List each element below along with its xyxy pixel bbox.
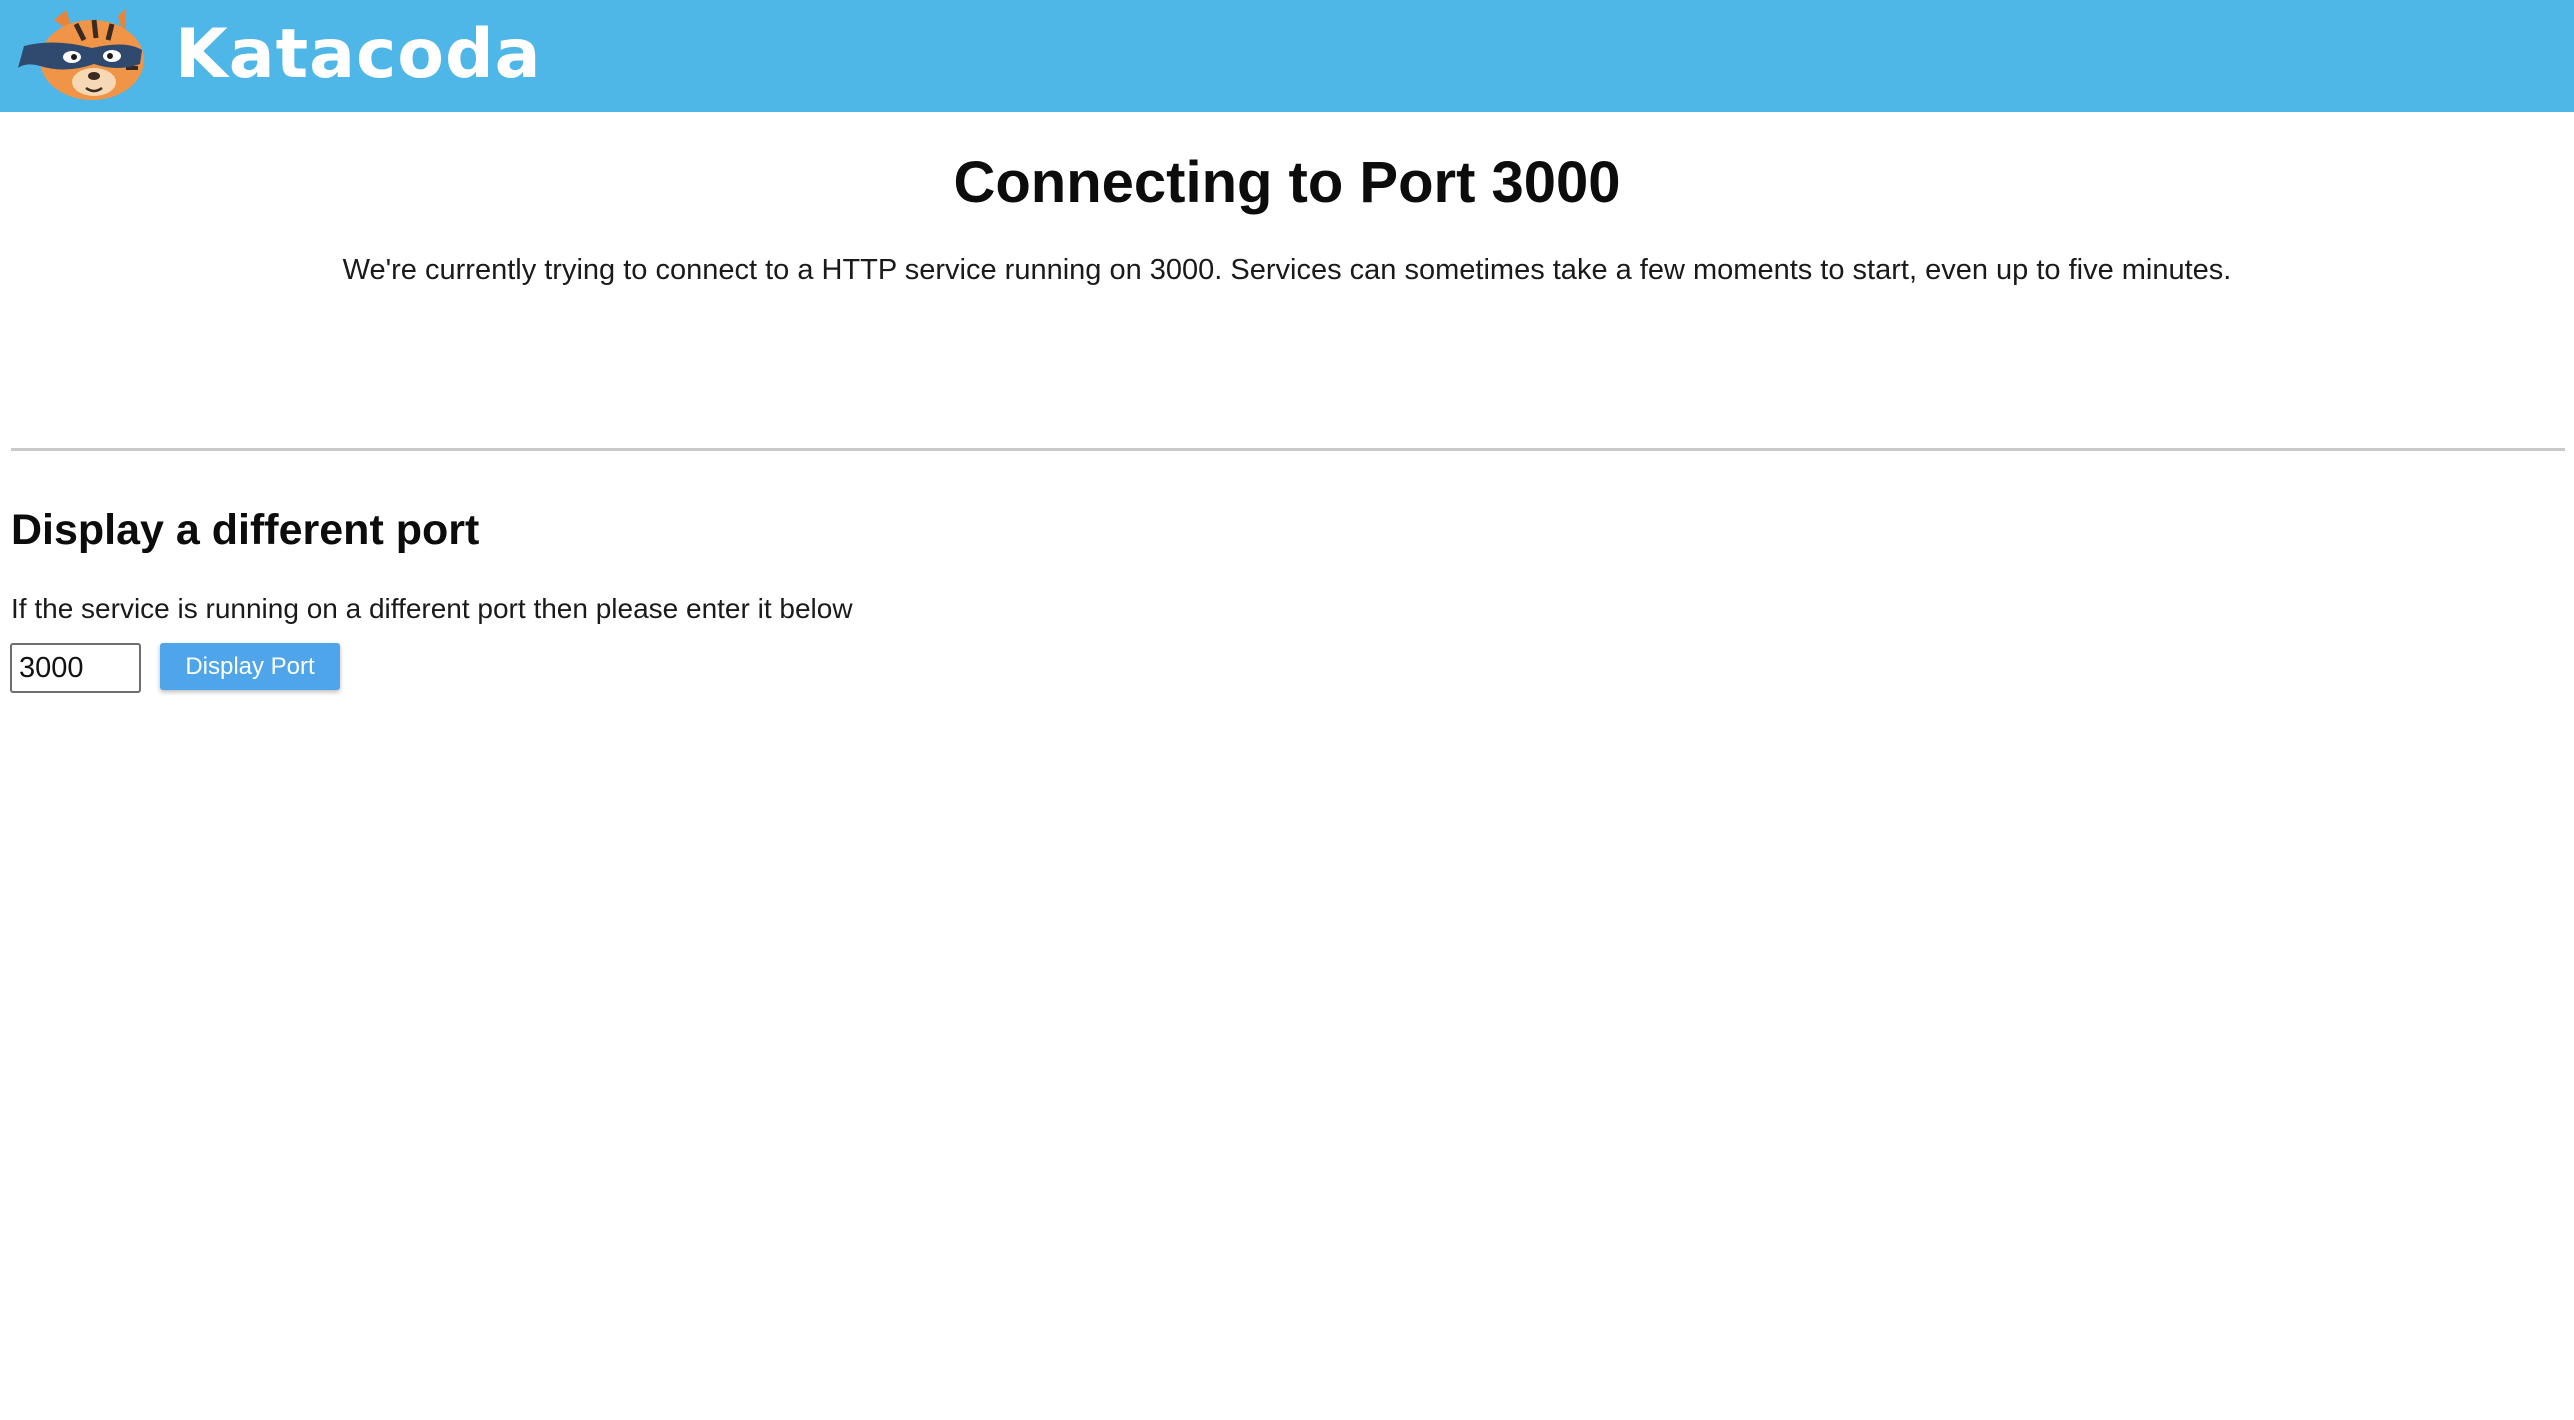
section-heading: Display a different port xyxy=(11,506,480,554)
display-port-button[interactable]: Display Port xyxy=(160,643,340,690)
page-title: Connecting to Port 3000 xyxy=(953,150,1621,215)
section-divider xyxy=(11,448,2565,451)
top-header-bar: Katacoda xyxy=(0,0,2574,112)
port-input[interactable] xyxy=(10,643,141,693)
katacoda-cat-logo-icon[interactable] xyxy=(14,6,150,106)
connection-status-message: We're currently trying to connect to a H… xyxy=(342,254,2232,286)
brand-name[interactable]: Katacoda xyxy=(175,14,542,96)
section-instructions: If the service is running on a different… xyxy=(11,593,853,624)
